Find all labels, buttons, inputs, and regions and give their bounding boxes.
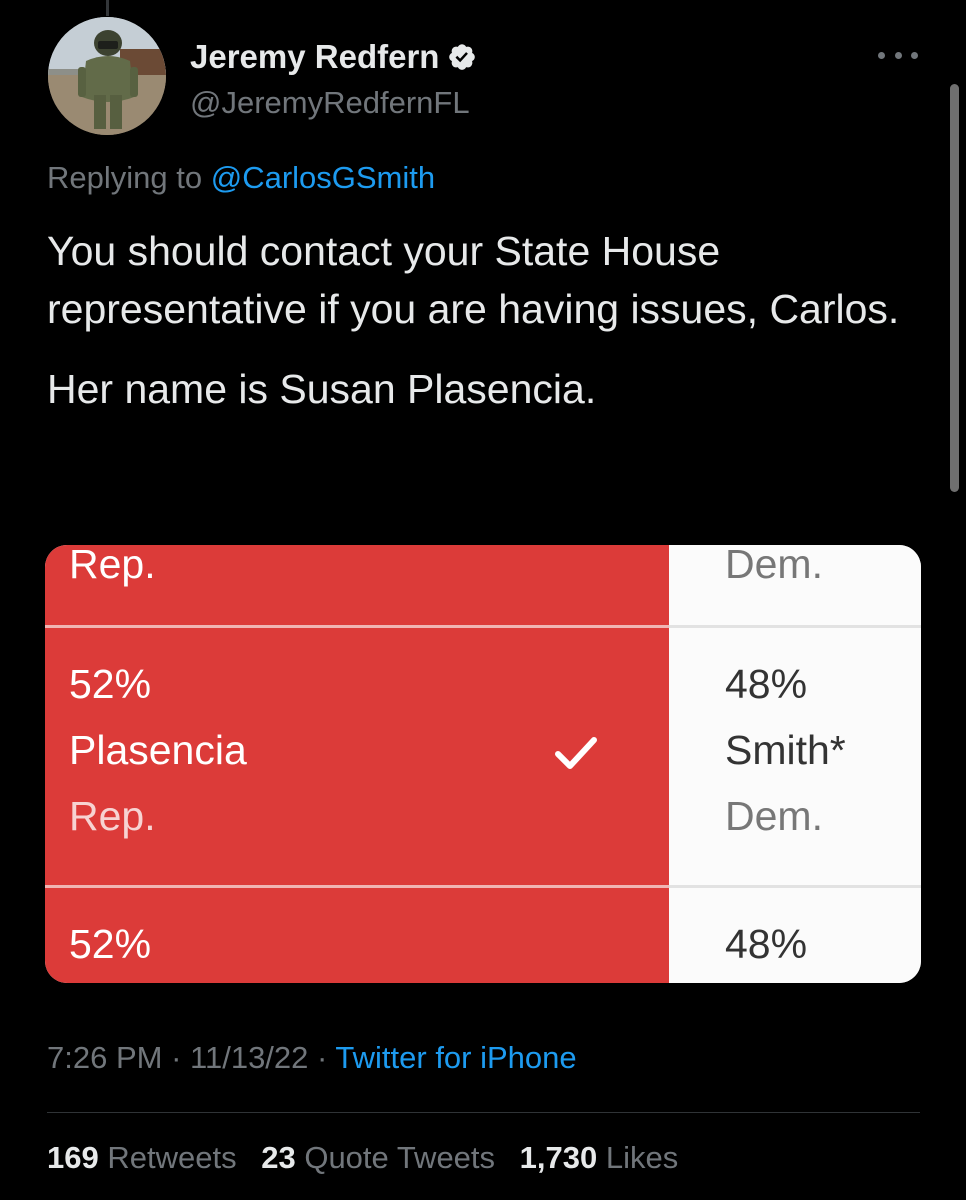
dem-percent: 48% (725, 661, 808, 707)
more-icon[interactable] (878, 40, 918, 70)
tweet-stats: 169 Retweets 23 Quote Tweets 1,730 Likes (47, 1140, 694, 1176)
divider (669, 625, 921, 628)
checkmark-icon (555, 737, 597, 769)
author-name[interactable]: Jeremy Redfern (190, 38, 439, 76)
tweet-text: You should contact your State House repr… (47, 222, 927, 418)
rep-percent: 52% (69, 661, 152, 707)
tweet-date[interactable]: 11/13/22 (190, 1040, 308, 1075)
quote-tweets-count: 23 (261, 1140, 296, 1175)
tweet-source-link[interactable]: Twitter for iPhone (335, 1040, 576, 1075)
rep-header-label: Rep. (69, 545, 156, 587)
rep-total-percent: 52% (69, 921, 152, 967)
dem-party: Dem. (725, 793, 823, 839)
author-name-row[interactable]: Jeremy Redfern (190, 38, 477, 76)
verified-badge-icon (447, 42, 477, 72)
dem-candidate-name: Smith* (725, 727, 846, 773)
reply-mention-link[interactable]: @CarlosGSmith (211, 160, 435, 195)
likes-count: 1,730 (519, 1140, 598, 1175)
divider (669, 885, 921, 888)
replying-to: Replying to @CarlosGSmith (47, 160, 435, 196)
meta-separator: · (171, 1040, 182, 1075)
tweet-image[interactable]: Rep. Dem. 52% Plasencia Rep. 48% Smith* … (45, 545, 921, 983)
divider (45, 625, 669, 628)
likes-stat[interactable]: 1,730 Likes (520, 1140, 679, 1175)
quote-tweets-stat[interactable]: 23 Quote Tweets (261, 1140, 503, 1175)
rep-party: Rep. (69, 793, 156, 839)
likes-label: Likes (605, 1140, 679, 1175)
tweet-paragraph: You should contact your State House repr… (47, 228, 900, 332)
dem-total-percent: 48% (725, 921, 808, 967)
meta-separator: · (317, 1040, 328, 1075)
retweets-stat[interactable]: 169 Retweets (47, 1140, 245, 1175)
more-dot (878, 51, 885, 59)
replying-prefix: Replying to (47, 160, 203, 195)
quote-tweets-label: Quote Tweets (304, 1140, 496, 1175)
retweets-count: 169 (47, 1140, 99, 1175)
tweet-paragraph: Her name is Susan Plasencia. (47, 366, 597, 412)
tweet-time[interactable]: 7:26 PM (47, 1040, 162, 1075)
rep-candidate-name: Plasencia (69, 727, 247, 773)
retweets-label: Retweets (107, 1140, 237, 1175)
author-handle[interactable]: @JeremyRedfernFL (190, 85, 470, 121)
tweet-meta: 7:26 PM · 11/13/22 · Twitter for iPhone (47, 1040, 577, 1076)
avatar-photo (48, 17, 166, 135)
avatar[interactable] (48, 17, 166, 135)
more-dot (894, 51, 902, 59)
thread-connector-line (106, 0, 109, 16)
dem-header-label: Dem. (725, 545, 823, 587)
scrollbar[interactable] (950, 84, 959, 492)
divider (47, 1112, 920, 1113)
divider (45, 885, 669, 888)
more-dot (911, 51, 918, 59)
